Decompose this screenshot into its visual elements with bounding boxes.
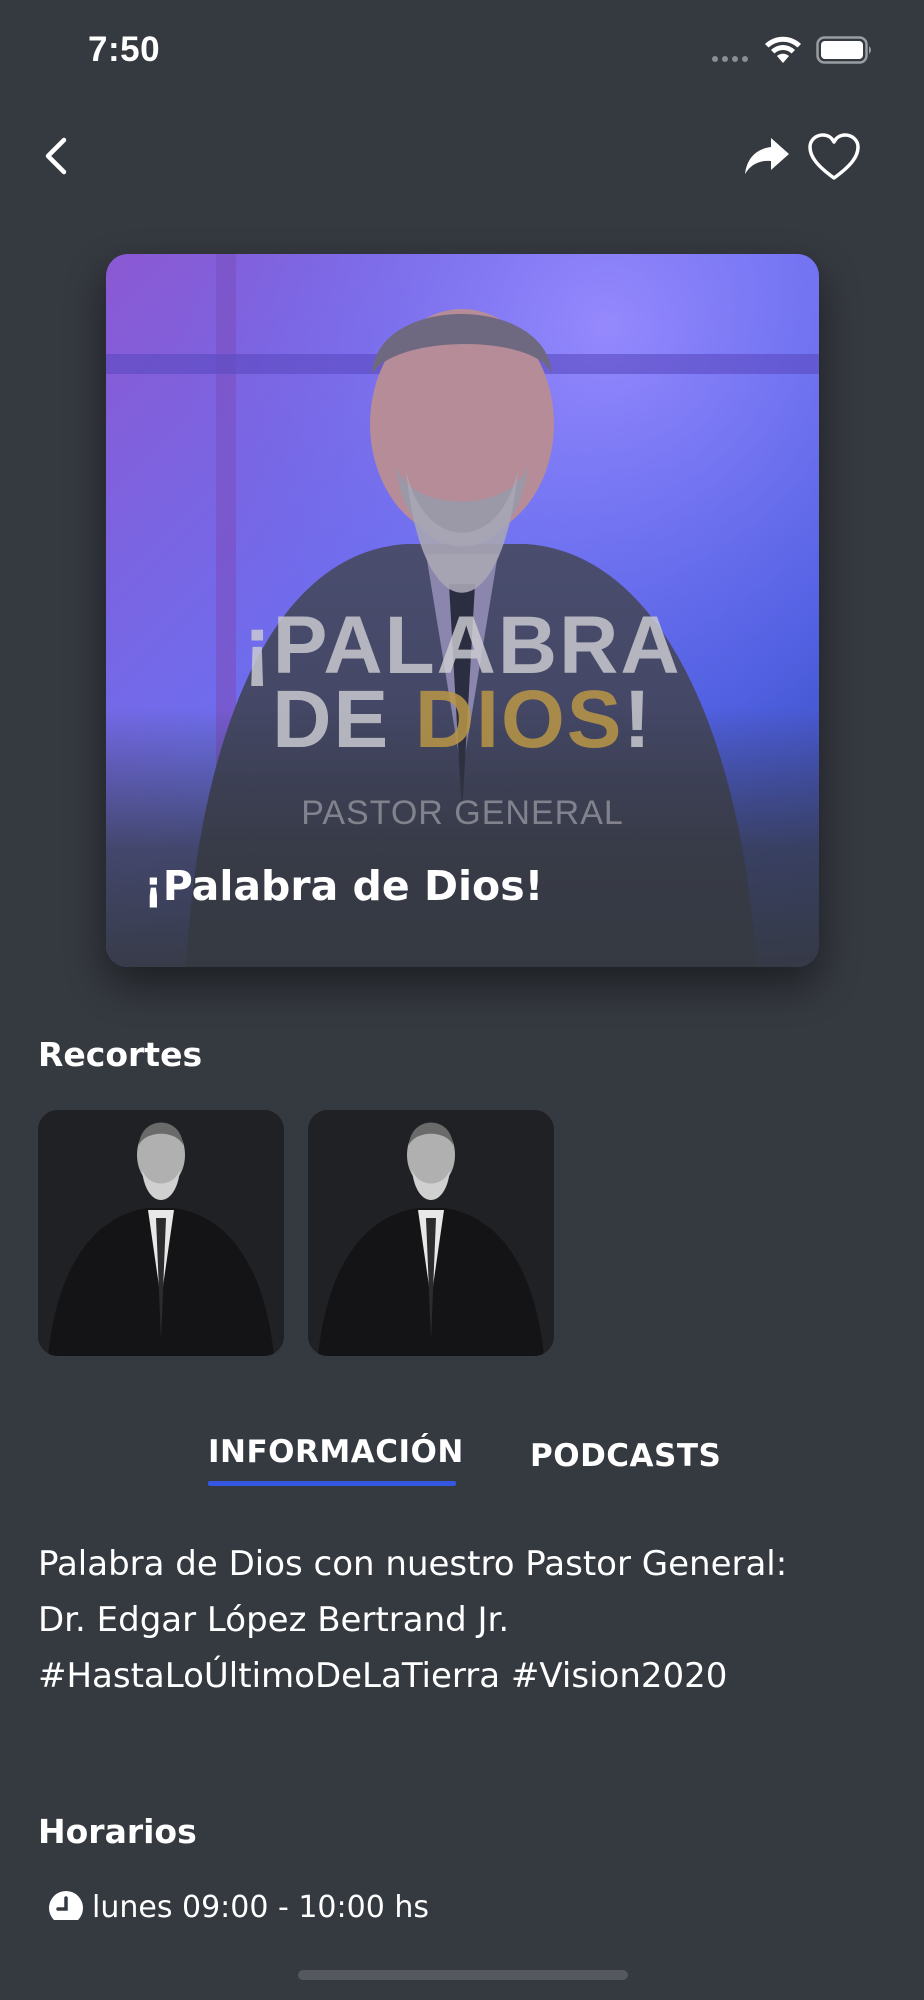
schedule-item: lunes 09:00 - 10:00 hs — [48, 1890, 648, 1920]
clips-section-title: Recortes — [38, 1035, 203, 1074]
program-description: Palabra de Dios con nuestro Pastor Gener… — [38, 1536, 898, 1704]
cover-logo-line2: DE DIOS! — [106, 679, 819, 761]
wifi-icon — [765, 36, 801, 63]
tab-informacion[interactable]: INFORMACIÓN — [208, 1434, 464, 1470]
program-cover-card[interactable]: ¡PALABRA DE DIOS! PASTOR GENERAL ¡Palabr… — [106, 254, 819, 967]
clip-thumbnail[interactable] — [38, 1110, 284, 1356]
description-line: Dr. Edgar López Bertrand Jr. — [38, 1600, 510, 1640]
cover-logo-exclamation: ! — [623, 674, 653, 765]
cellular-signal-icon — [712, 56, 748, 62]
description-hashtags: #HastaLoÚltimoDeLaTierra #Vision2020 — [38, 1656, 728, 1696]
home-indicator[interactable] — [298, 1970, 628, 1980]
status-time: 7:50 — [88, 30, 161, 69]
back-chevron-icon[interactable] — [36, 134, 80, 178]
cover-logo-de: DE — [272, 674, 415, 765]
program-title: ¡Palabra de Dios! — [144, 862, 544, 910]
cover-subtitle: PASTOR GENERAL — [301, 794, 624, 832]
navigation-bar — [0, 120, 924, 200]
cover-logo-dios: DIOS — [414, 674, 624, 765]
tab-podcasts[interactable]: PODCASTS — [530, 1438, 721, 1474]
heart-outline-icon[interactable] — [806, 132, 862, 182]
schedule-section-title: Horarios — [38, 1812, 197, 1851]
cover-logo-line1: ¡PALABRA — [243, 600, 682, 691]
share-arrow-icon[interactable] — [742, 132, 792, 180]
clock-icon — [49, 1891, 83, 1920]
description-line: Palabra de Dios con nuestro Pastor Gener… — [38, 1544, 788, 1584]
battery-icon — [816, 36, 871, 64]
clip-thumbnail[interactable] — [308, 1110, 554, 1356]
clip-image — [38, 1110, 284, 1356]
active-tab-indicator — [208, 1481, 456, 1486]
status-bar: 7:50 — [0, 0, 924, 100]
schedule-time: lunes 09:00 - 10:00 hs — [92, 1890, 429, 1920]
clip-image — [308, 1110, 554, 1356]
cover-logo-text: ¡PALABRA DE DIOS! — [106, 600, 819, 761]
